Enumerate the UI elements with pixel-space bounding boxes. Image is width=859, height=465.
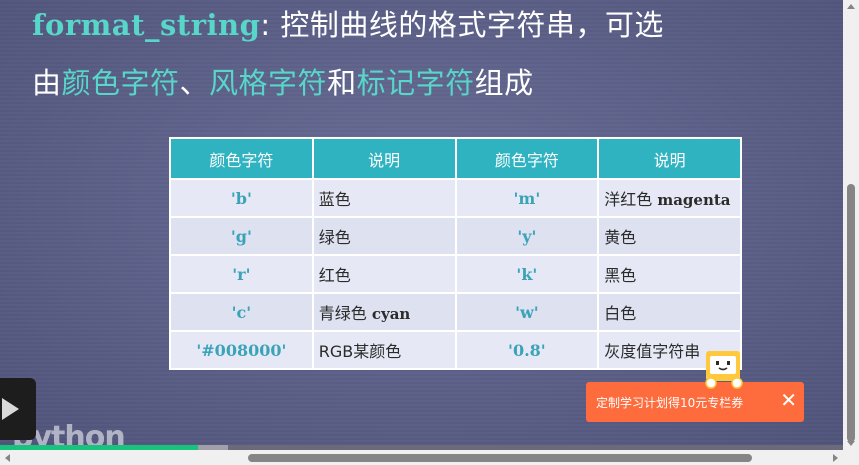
color-code-cell-text: 'k' [516, 264, 538, 284]
color-desc-cell-text: RGB某颜色 [318, 342, 402, 361]
table-header: 颜色字符 [454, 137, 600, 180]
horizontal-scroll-thumb[interactable] [248, 454, 752, 462]
color-code-cell-text: 'r' [232, 264, 251, 284]
title-text: : 控制曲线的格式字符串，可选 [260, 8, 664, 42]
subtitle-text: 组成 [474, 66, 534, 100]
scroll-right-icon[interactable] [833, 454, 838, 462]
scroll-down-icon[interactable] [847, 441, 855, 446]
format-table: 颜色字符 说明 颜色字符 说明 'b' 蓝色 'm' 洋红色 magenta 'g' 绿色… [169, 137, 742, 370]
color-desc-cell-text: 红色 [318, 266, 351, 285]
subtitle-text: 、 [179, 66, 210, 100]
mascot-icon [705, 351, 743, 389]
color-code-cell: '0.8' [454, 330, 600, 370]
promo-banner[interactable]: 定制学习计划得10元专栏券 ✕ [586, 382, 804, 422]
color-code-cell: 'k' [454, 254, 600, 294]
color-desc-cell-text: 灰度值字符串 [604, 342, 701, 361]
scroll-up-icon[interactable] [847, 4, 855, 9]
color-desc-cell-text: 青绿色 [318, 304, 372, 323]
color-code-cell-text: 'w' [515, 302, 539, 322]
color-desc-cell: 红色 [311, 254, 457, 294]
color-code-cell-text: 'b' [230, 188, 252, 208]
color-desc-cell: 蓝色 [311, 178, 457, 218]
color-code-cell: '#008000' [169, 330, 314, 370]
color-code-cell-text: 'm' [513, 188, 541, 208]
color-code-cell: 'c' [169, 292, 314, 332]
color-code-cell-text: 'g' [230, 226, 252, 246]
slide-subtitle: 由颜色字符、风格字符和标记字符组成 [32, 60, 534, 102]
color-desc-cell-english: cyan [371, 305, 411, 323]
color-desc-cell-text: 洋红色 [604, 190, 658, 209]
table-row: 'g' 绿色 'y' 黄色 [169, 216, 742, 256]
color-desc-cell: RGB某颜色 [311, 330, 457, 370]
color-code-cell-text: 'y' [517, 226, 537, 246]
table-row: 'c' 青绿色 cyan 'w' 白色 [169, 292, 742, 332]
color-desc-cell-text: 蓝色 [318, 190, 351, 209]
table-row: '#008000' RGB某颜色 '0.8' 灰度值字符串 [169, 330, 742, 370]
slide-title: format_string: 控制曲线的格式字符串，可选 [32, 2, 664, 44]
close-icon[interactable]: ✕ [780, 389, 797, 411]
color-code-cell-text: 'c' [231, 302, 252, 322]
subtitle-text: 和 [327, 66, 357, 100]
scroll-left-icon[interactable] [5, 454, 10, 462]
horizontal-scrollbar[interactable] [0, 450, 843, 465]
color-desc-cell: 黄色 [597, 216, 742, 256]
color-code-cell: 'g' [169, 216, 314, 256]
color-code-cell: 'm' [454, 178, 600, 218]
table-row: 'r' 红色 'k' 黑色 [169, 254, 742, 294]
color-desc-cell: 黑色 [597, 254, 742, 294]
scrollbar-corner [843, 450, 859, 465]
subtitle-highlight: 标记字符 [356, 66, 475, 100]
subtitle-highlight: 风格字符 [209, 66, 328, 100]
color-desc-cell-text: 白色 [604, 304, 637, 323]
play-button[interactable] [0, 378, 36, 440]
vertical-scroll-thumb[interactable] [847, 184, 855, 442]
promo-text[interactable]: 定制学习计划得10元专栏券 [596, 394, 743, 411]
table-header: 说明 [311, 137, 457, 180]
color-desc-cell: 洋红色 magenta [597, 178, 742, 218]
color-desc-cell: 绿色 [311, 216, 457, 256]
table-header: 颜色字符 [169, 137, 314, 180]
color-desc-cell-text: 绿色 [318, 228, 351, 247]
color-code-cell: 'r' [169, 254, 314, 294]
color-code-cell-text: '#008000' [196, 340, 287, 360]
table-row: 'b' 蓝色 'm' 洋红色 magenta [169, 178, 742, 218]
color-desc-cell-text: 黄色 [604, 228, 637, 247]
color-desc-cell: 青绿色 cyan [311, 292, 457, 332]
play-icon [2, 398, 19, 420]
color-desc-cell-text: 黑色 [604, 266, 637, 285]
subtitle-text: 由 [32, 66, 62, 100]
color-code-cell-text: '0.8' [508, 340, 546, 360]
title-keyword: format_string [32, 8, 261, 42]
color-code-cell: 'y' [454, 216, 600, 256]
table-header: 说明 [597, 137, 742, 180]
color-code-cell: 'b' [169, 178, 314, 218]
color-desc-cell-english: magenta [657, 191, 731, 209]
subtitle-highlight: 颜色字符 [61, 66, 180, 100]
color-code-cell: 'w' [454, 292, 600, 332]
vertical-scrollbar[interactable] [843, 0, 859, 450]
color-desc-cell: 白色 [597, 292, 742, 332]
